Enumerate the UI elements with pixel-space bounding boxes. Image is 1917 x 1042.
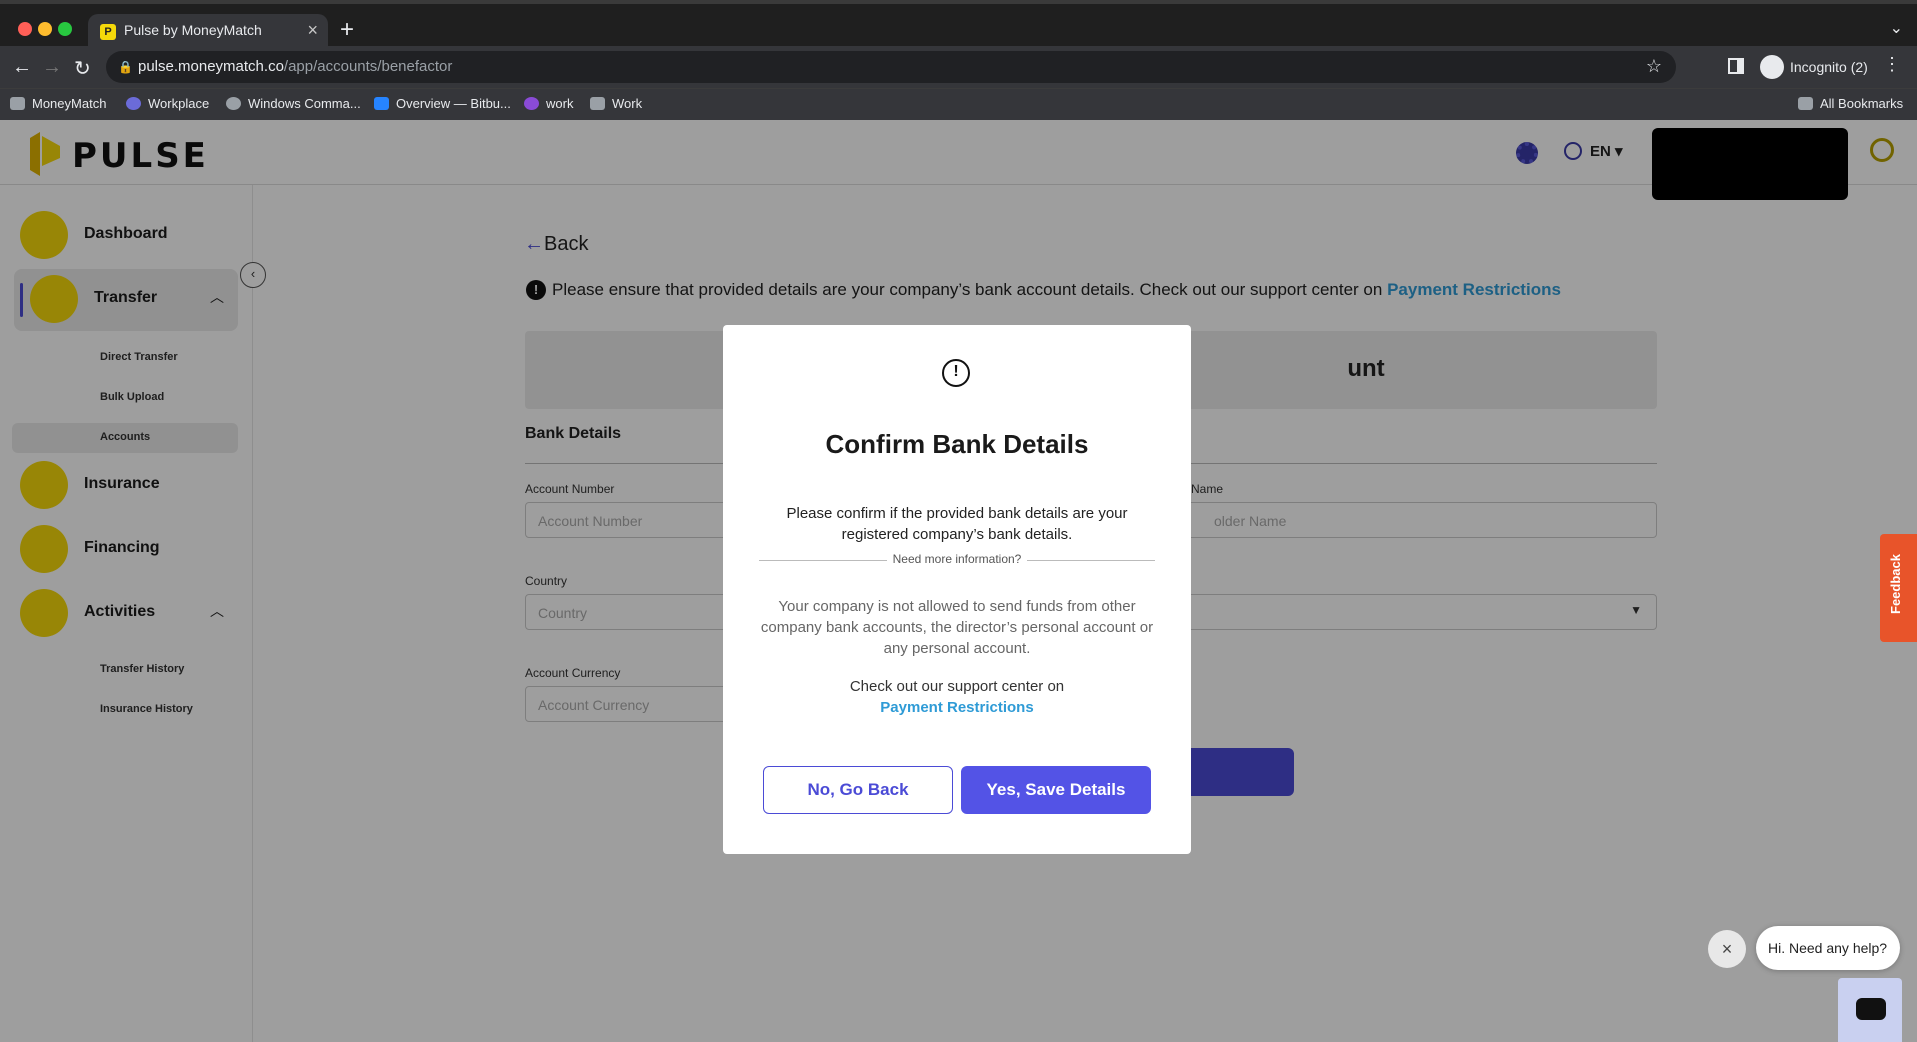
no-go-back-button[interactable]: No, Go Back [763,766,953,814]
browser-tab[interactable]: P Pulse by MoneyMatch × [88,14,328,50]
reload-icon[interactable]: ↻ [74,56,91,81]
chat-launcher[interactable] [1838,978,1902,1042]
work-icon [524,97,539,110]
tab-title: Pulse by MoneyMatch [124,22,262,38]
feedback-label: Feedback [1888,554,1903,614]
bookmark-star-icon[interactable]: ☆ [1646,56,1662,77]
bookmark-label: Workplace [148,96,210,111]
url-host: pulse.moneymatch.co [138,58,284,75]
bookmark-label: work [546,96,574,111]
support-text: Check out our support center on [849,678,1065,695]
lock-icon: 🔒 [118,60,133,74]
browser-menu-icon[interactable]: ⋮ [1883,54,1901,75]
bookmark-label: Work [612,96,643,111]
dialog-title: Confirm Bank Details [825,429,1089,459]
divider-label: Need more information? [886,552,1028,566]
folder-icon [590,97,605,110]
bitbucket-icon [374,97,389,110]
close-window-icon[interactable] [18,22,32,36]
info-icon: ! [942,359,970,387]
incognito-profile[interactable]: Incognito (2) [1756,52,1880,82]
yes-save-details-button[interactable]: Yes, Save Details [961,766,1151,814]
bookmark-label: Overview — Bitbu... [396,96,511,111]
bookmark-label: MoneyMatch [32,96,107,111]
address-bar-row: ← → ↻ 🔒 pulse.moneymatch.co/app/accounts… [0,46,1917,88]
bookmark-item[interactable]: Work [590,96,642,111]
all-bookmarks-label: All Bookmarks [1820,96,1904,111]
dialog-payment-restrictions-link[interactable]: Payment Restrictions [723,697,1191,718]
tab-search-icon[interactable]: ⌄ [1890,18,1903,38]
profile-label: Incognito (2) [1790,59,1868,75]
url-field[interactable]: 🔒 pulse.moneymatch.co/app/accounts/benef… [106,51,1676,83]
url-path: /app/accounts/benefactor [283,58,453,75]
minimize-window-icon[interactable] [38,22,52,36]
workplace-icon [126,97,141,110]
bookmark-item[interactable]: Overview — Bitbu... [374,96,511,111]
folder-icon [1798,97,1813,110]
bookmark-label: Windows Comma... [248,96,361,111]
divider-label-wrap: Need more information? [723,552,1191,566]
chat-close-icon[interactable]: × [1708,930,1746,968]
dialog-info: Your company is not allowed to send fund… [760,598,1154,657]
back-nav-icon[interactable]: ← [12,56,32,79]
bookmark-item[interactable]: MoneyMatch [10,96,106,111]
close-tab-icon[interactable]: × [307,20,318,41]
dialog-body: Please confirm if the provided bank deta… [786,505,1128,543]
chat-prompt-bubble[interactable]: Hi. Need any help? [1756,926,1900,970]
tab-bar: P Pulse by MoneyMatch × + ⌄ [0,0,1917,50]
bookmark-item[interactable]: Workplace [126,96,209,111]
bookmark-item[interactable]: work [524,96,573,111]
maximize-window-icon[interactable] [58,22,72,36]
bookmark-item[interactable]: Windows Comma... [226,96,361,111]
forward-nav-icon[interactable]: → [42,56,62,79]
confirm-bank-details-dialog: ! Confirm Bank Details Please confirm if… [723,325,1191,854]
favicon-icon: P [100,24,116,40]
chat-icon [1856,998,1886,1020]
incognito-icon [1760,55,1784,79]
browser-chrome: P Pulse by MoneyMatch × + ⌄ ← → ↻ 🔒 puls… [0,0,1917,120]
all-bookmarks[interactable]: All Bookmarks [1798,96,1903,111]
side-panel-icon[interactable] [1728,58,1744,74]
feedback-tab[interactable]: Feedback [1880,534,1917,642]
globe-icon [226,97,241,110]
bookmarks-bar: MoneyMatch Workplace Windows Comma... Ov… [0,88,1917,120]
folder-icon [10,97,25,110]
support-note: Check out our support center on Payment … [723,676,1191,718]
new-tab-icon[interactable]: + [340,16,354,44]
